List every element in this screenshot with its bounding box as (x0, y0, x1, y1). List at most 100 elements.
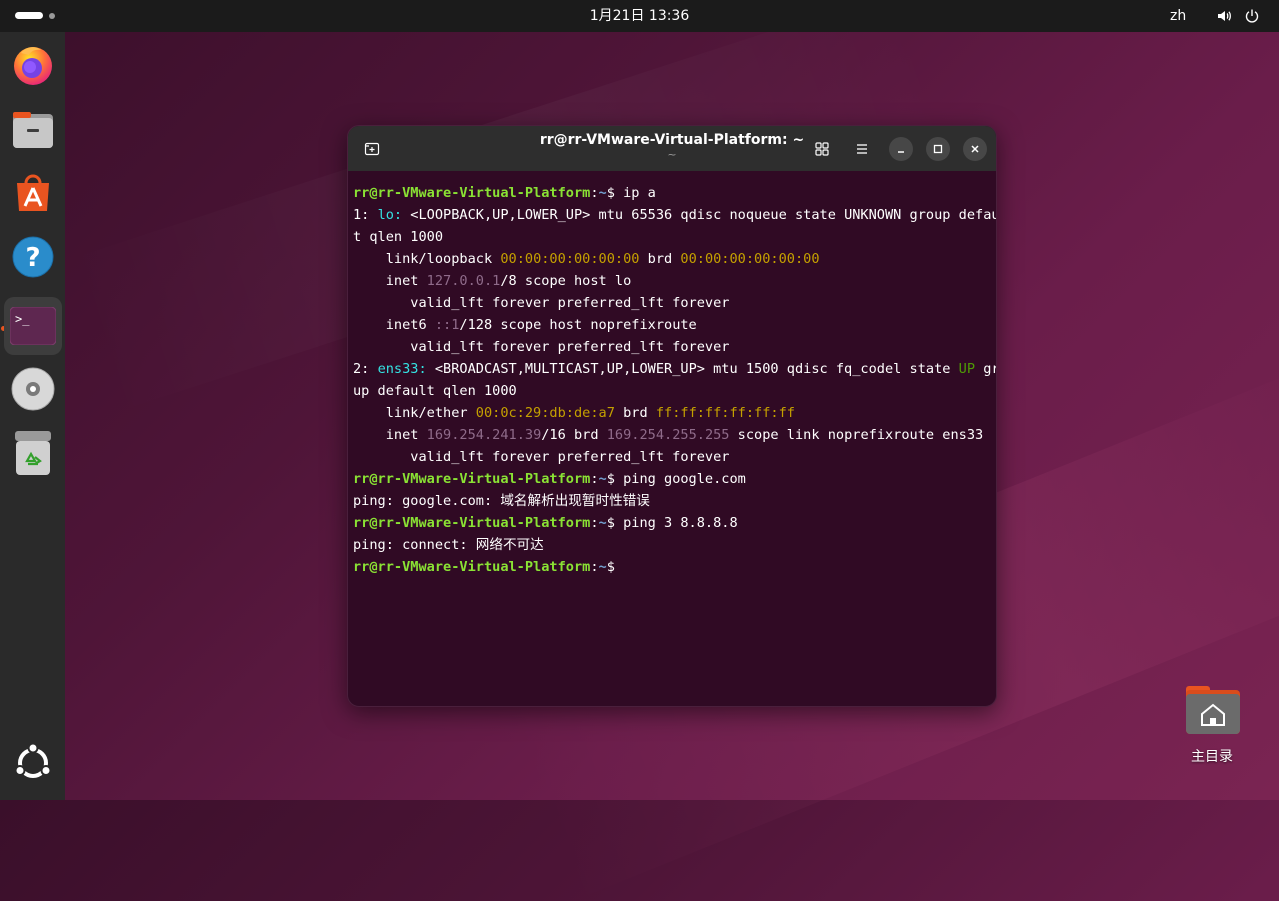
terminal-text-segment: scope link noprefixroute ens33 (729, 427, 984, 443)
terminal-text-segment: rr@rr-VMware-Virtual-Platform (353, 559, 591, 575)
terminal-output[interactable]: rr@rr-VMware-Virtual-Platform:~$ ip a 1: … (353, 182, 996, 578)
dock-item-help[interactable]: ? (4, 228, 62, 286)
files-icon (13, 112, 53, 148)
terminal-text-segment: 00:0c:29:db:de:a7 (475, 405, 615, 421)
desktop-home-folder[interactable]: 主目录 (1176, 684, 1248, 766)
terminal-text-segment: UP (958, 361, 976, 377)
terminal-text-segment: ::1 (434, 317, 460, 333)
terminal-text-segment: inet (353, 427, 427, 443)
terminal-text-segment: brd (639, 251, 681, 267)
system-menu[interactable] (1216, 8, 1260, 24)
terminal-line: rr@rr-VMware-Virtual-Platform:~$ (353, 556, 993, 578)
terminal-text-segment: 127.0.0.1 (426, 273, 501, 289)
terminal-line: inet 169.254.241.39/16 brd 169.254.255.2… (353, 424, 993, 446)
disc-icon (11, 367, 55, 411)
volume-icon (1218, 11, 1231, 21)
dock-item-app-center[interactable] (4, 164, 62, 222)
terminal-titlebar[interactable]: rr@rr-VMware-Virtual-Platform: ~ ~ (348, 126, 996, 171)
dock: ? >_ (0, 32, 65, 800)
terminal-text-segment: rr@rr-VMware-Virtual-Platform (353, 471, 591, 487)
power-icon (1245, 9, 1259, 23)
terminal-text-segment: up default qlen 1000 (353, 383, 517, 399)
terminal-line: rr@rr-VMware-Virtual-Platform:~$ ip a (353, 182, 993, 204)
main-menu-button[interactable] (850, 137, 874, 161)
dock-item-disc[interactable] (4, 360, 62, 418)
terminal-text-segment: 00:00:00:00:00:00 (500, 251, 640, 267)
terminal-text-segment: 169.254.255.255 (606, 427, 730, 443)
top-bar: 1月21日 13:36 zh (0, 0, 1279, 32)
terminal-line: up default qlen 1000 (353, 380, 993, 402)
terminal-text-segment: inet6 (353, 317, 435, 333)
terminal-text-segment: 1: (353, 207, 378, 223)
minimize-icon (898, 151, 904, 153)
terminal-line: rr@rr-VMware-Virtual-Platform:~$ ping go… (353, 468, 993, 490)
dock-item-files[interactable] (4, 100, 62, 158)
maximize-icon (933, 144, 943, 154)
terminal-line: valid_lft forever preferred_lft forever (353, 292, 993, 314)
terminal-line: link/ether 00:0c:29:db:de:a7 brd ff:ff:f… (353, 402, 993, 424)
terminal-line: valid_lft forever preferred_lft forever (353, 336, 993, 358)
terminal-line: ping: connect: 网络不可达 (353, 534, 993, 556)
terminal-text-segment: /16 brd (541, 427, 607, 443)
terminal-text-segment: ping: google.com: 域名解析出现暂时性错误 (353, 493, 650, 509)
terminal-window[interactable]: rr@rr-VMware-Virtual-Platform: ~ ~ rr@rr… (347, 125, 997, 707)
terminal-text-segment: ping: connect: 网络不可达 (353, 537, 544, 553)
terminal-text-segment: t qlen 1000 (353, 229, 444, 245)
minimize-button[interactable] (889, 137, 913, 161)
terminal-text-segment: $ ping 3 8.8.8.8 (606, 515, 738, 531)
terminal-line: inet6 ::1/128 scope host noprefixroute (353, 314, 993, 336)
terminal-line: inet 127.0.0.1/8 scope host lo (353, 270, 993, 292)
trash-icon (15, 431, 51, 475)
terminal-text-segment: ~ (598, 515, 607, 531)
tab-overview-button[interactable] (810, 137, 834, 161)
terminal-text-segment: link/loopback (353, 251, 501, 267)
help-icon: ? (12, 236, 54, 278)
app-center-icon (17, 174, 49, 211)
terminal-line: 2: ens33: <BROADCAST,MULTICAST,UP,LOWER_… (353, 358, 996, 380)
dock-item-trash[interactable] (4, 425, 62, 483)
terminal-text-segment: gro (983, 361, 996, 377)
terminal-text-segment: ~ (598, 559, 607, 575)
terminal-text-segment: <BROADCAST,MULTICAST,UP,LOWER_UP> mtu 15… (426, 361, 959, 377)
terminal-text-segment: ff:ff:ff:ff:ff:ff (655, 405, 795, 421)
terminal-text-segment: : (590, 471, 599, 487)
dock-item-firefox[interactable] (4, 36, 62, 94)
close-icon (971, 145, 979, 153)
terminal-line: link/loopback 00:00:00:00:00:00 brd 00:0… (353, 248, 993, 270)
terminal-text-segment: ~ (598, 471, 607, 487)
terminal-text-segment: : (590, 515, 599, 531)
terminal-text-segment: valid_lft forever preferred_lft forever (353, 295, 730, 311)
grid-icon (815, 142, 829, 156)
terminal-line: ping: google.com: 域名解析出现暂时性错误 (353, 490, 993, 512)
dock-item-terminal[interactable]: >_ (4, 297, 62, 355)
terminal-text-segment: ~ (598, 185, 607, 201)
terminal-text-segment: 00:00:00:00:00:00 (680, 251, 820, 267)
terminal-line: rr@rr-VMware-Virtual-Platform:~$ ping 3 … (353, 512, 993, 534)
firefox-icon (14, 47, 52, 85)
hamburger-icon (857, 144, 867, 154)
terminal-text-segment: /8 scope host lo (500, 273, 632, 289)
terminal-text-segment: 169.254.241.39 (426, 427, 542, 443)
terminal-text-segment: lo: (377, 207, 403, 223)
terminal-text-segment: 2: (353, 361, 378, 377)
terminal-text-segment: rr@rr-VMware-Virtual-Platform (353, 515, 591, 531)
terminal-text-segment: valid_lft forever preferred_lft forever (353, 339, 730, 355)
home-folder-icon (1186, 686, 1240, 734)
input-language[interactable]: zh (1170, 0, 1186, 32)
datetime-label[interactable]: 1月21日 13:36 (590, 8, 690, 24)
ubuntu-logo-icon (14, 743, 52, 778)
terminal-text-segment: : (590, 559, 599, 575)
terminal-text-segment: $ ip a (606, 185, 656, 201)
terminal-text-segment: <LOOPBACK,UP,LOWER_UP> mtu 65536 qdisc n… (402, 207, 997, 223)
maximize-button[interactable] (926, 137, 950, 161)
terminal-text-segment: valid_lft forever preferred_lft forever (353, 449, 730, 465)
terminal-text-segment: $ ping google.com (606, 471, 746, 487)
home-folder-label: 主目录 (1191, 749, 1233, 765)
close-button[interactable] (963, 137, 987, 161)
terminal-text-segment: : (590, 185, 599, 201)
clock: 1月21日 13:36 (0, 0, 1279, 32)
dock-item-show-apps[interactable] (4, 734, 62, 792)
terminal-text-segment: /128 scope host noprefixroute (459, 317, 697, 333)
svg-text:?: ? (25, 243, 40, 273)
terminal-text-segment: ens33: (377, 361, 427, 377)
